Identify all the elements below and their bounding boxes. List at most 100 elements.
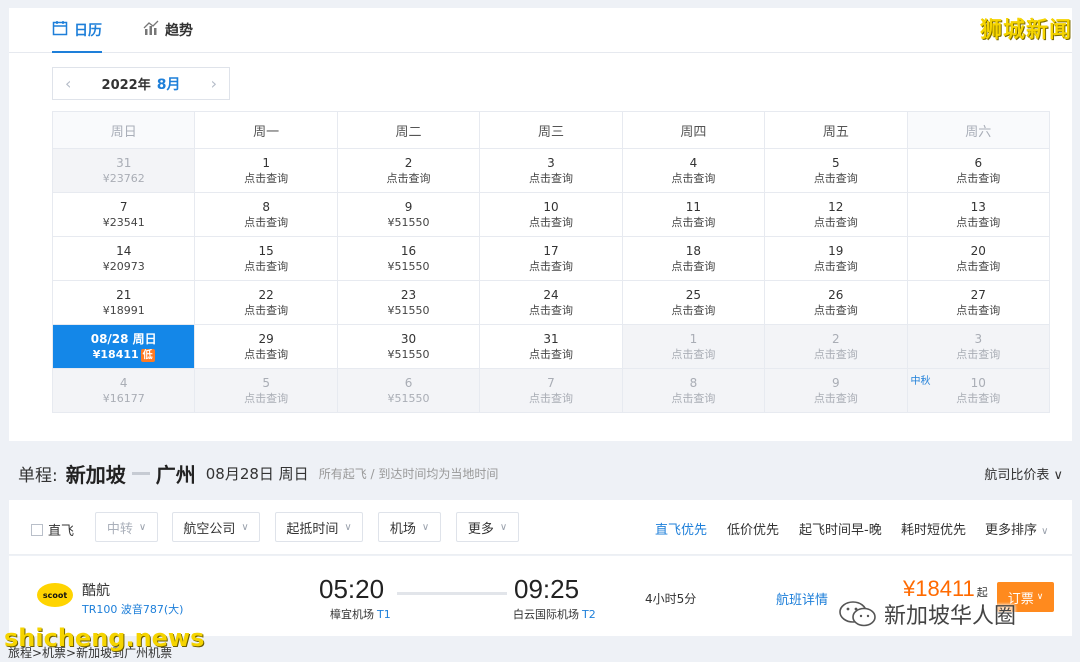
calendar-day[interactable]: 8 点击查询 bbox=[194, 192, 338, 237]
calendar-day[interactable]: 3 点击查询 bbox=[479, 148, 623, 193]
calendar-day[interactable]: 17 点击查询 bbox=[479, 236, 623, 281]
chevron-down-icon: ∨ bbox=[241, 521, 249, 533]
direct-checkbox[interactable]: 直飞 bbox=[31, 520, 74, 539]
time-dropdown[interactable]: 起抵时间 ∨ bbox=[275, 512, 363, 542]
calendar-day[interactable]: 27 点击查询 bbox=[906, 280, 1051, 325]
weekday-tue: 周二 bbox=[336, 111, 481, 149]
calendar-day-number: 11 bbox=[685, 199, 702, 214]
calendar-day-price-value: 点击查询 bbox=[813, 259, 858, 273]
calendar-day[interactable]: 30 ¥51550 bbox=[336, 324, 481, 369]
calendar-day[interactable]: 24 点击查询 bbox=[479, 280, 623, 325]
more-dropdown[interactable]: 更多 ∨ bbox=[456, 512, 519, 542]
calendar-day-number: 19 bbox=[828, 243, 844, 258]
calendar-day[interactable]: 29 点击查询 bbox=[194, 324, 338, 369]
airline-compare-link[interactable]: 航司比价表 ∨ bbox=[984, 464, 1063, 483]
calendar-day-price: 点击查询 bbox=[195, 171, 336, 186]
calendar-day[interactable]: 1 点击查询 bbox=[621, 324, 766, 369]
calendar-day-number: 1 bbox=[262, 155, 270, 170]
calendar-day-price: 点击查询 bbox=[480, 259, 621, 274]
calendar-day[interactable]: 26 点击查询 bbox=[764, 280, 908, 325]
calendar-day[interactable]: 21 ¥18991 bbox=[51, 280, 196, 325]
sort-more[interactable]: 更多排序 ∨ bbox=[985, 519, 1048, 538]
calendar-day[interactable]: 10 点击查询 bbox=[479, 192, 623, 237]
calendar-day[interactable]: 4 ¥16177 bbox=[51, 368, 196, 413]
flight-detail-link[interactable]: 航班详情 bbox=[776, 589, 828, 608]
calendar-day[interactable]: 25 点击查询 bbox=[621, 280, 766, 325]
calendar-day-number: 9 bbox=[404, 199, 413, 214]
calendar-day[interactable]: 22 点击查询 bbox=[194, 280, 338, 325]
calendar-day-price: 点击查询 bbox=[480, 391, 621, 406]
calendar-day[interactable]: 23 ¥51550 bbox=[336, 280, 481, 325]
calendar-day[interactable]: 16 ¥51550 bbox=[336, 236, 481, 281]
view-tabs: 日历 趋势 bbox=[9, 8, 1072, 53]
destination-city: 广州 bbox=[155, 462, 196, 487]
calendar-day[interactable]: 6 ¥51550 bbox=[336, 368, 481, 413]
calendar-day[interactable]: 31 点击查询 bbox=[479, 324, 623, 369]
airport-dropdown[interactable]: 机场 ∨ bbox=[378, 512, 441, 542]
chevron-down-icon: ∨ bbox=[1041, 526, 1049, 537]
sort-direct-first[interactable]: 直飞优先 bbox=[655, 519, 707, 538]
weekday-mon: 周一 bbox=[194, 111, 338, 149]
calendar-day-price-value: ¥51550 bbox=[387, 215, 430, 229]
calendar-day-price: ¥51550 bbox=[338, 347, 479, 362]
calendar-day-price-value: 点击查询 bbox=[671, 347, 716, 361]
calendar-day-price: ¥18991 bbox=[53, 303, 194, 318]
calendar-day[interactable]: 13 点击查询 bbox=[906, 192, 1051, 237]
calendar-day[interactable]: 11 点击查询 bbox=[621, 192, 766, 237]
calendar-day[interactable]: 3 点击查询 bbox=[906, 324, 1051, 369]
weekday-fri: 周五 bbox=[764, 111, 908, 149]
calendar-day[interactable]: 2 点击查询 bbox=[336, 148, 481, 193]
calendar-day-price-value: 点击查询 bbox=[671, 215, 716, 229]
calendar-day-price: 点击查询 bbox=[908, 259, 1049, 274]
checkbox-box[interactable] bbox=[31, 523, 43, 536]
tab-calendar[interactable]: 日历 bbox=[52, 20, 102, 53]
calendar-day[interactable]: 2 点击查询 bbox=[764, 324, 908, 369]
calendar-day-price: 点击查询 bbox=[195, 347, 336, 362]
calendar-day[interactable]: 20 点击查询 bbox=[906, 236, 1051, 281]
prev-month-icon[interactable]: ‹ bbox=[65, 74, 71, 93]
calendar-day-price: ¥23762 bbox=[53, 171, 194, 186]
transfer-dropdown[interactable]: 中转 ∨ bbox=[95, 512, 158, 542]
calendar-day[interactable]: 14 ¥20973 bbox=[51, 236, 196, 281]
sort-low-price[interactable]: 低价优先 bbox=[727, 519, 779, 538]
next-month-icon[interactable]: › bbox=[211, 74, 217, 93]
calendar-day[interactable]: 中秋 10 点击查询 bbox=[906, 368, 1051, 413]
calendar-day-price-value: 点击查询 bbox=[671, 259, 716, 273]
calendar-day[interactable]: 6 点击查询 bbox=[906, 148, 1051, 193]
calendar-day[interactable]: 7 ¥23541 bbox=[51, 192, 196, 237]
calendar-day[interactable]: 9 点击查询 bbox=[764, 368, 908, 413]
calendar-day[interactable]: 18 点击查询 bbox=[621, 236, 766, 281]
calendar-day[interactable]: 19 点击查询 bbox=[764, 236, 908, 281]
calendar-day[interactable]: 12 点击查询 bbox=[764, 192, 908, 237]
calendar-day-number: 26 bbox=[828, 287, 844, 302]
weekday-wed: 周三 bbox=[479, 111, 623, 149]
calendar-day[interactable]: 31 ¥23762 bbox=[51, 148, 196, 193]
calendar-day[interactable]: 7 点击查询 bbox=[479, 368, 623, 413]
flight-number[interactable]: TR100 波音787(大) bbox=[82, 601, 183, 617]
sort-shortest-duration[interactable]: 耗时短优先 bbox=[901, 519, 966, 538]
sort-departure-time[interactable]: 起飞时间早-晚 bbox=[799, 519, 882, 538]
calendar-day-selected[interactable]: 08/28 周日 ¥18411 低 bbox=[51, 324, 196, 369]
calendar-day-price: 点击查询 bbox=[480, 347, 621, 362]
calendar-day[interactable]: 15 点击查询 bbox=[194, 236, 338, 281]
calendar-day-price: 点击查询 bbox=[908, 171, 1049, 186]
calendar-day-price: ¥18411 低 bbox=[53, 347, 194, 362]
airline-dropdown[interactable]: 航空公司 ∨ bbox=[172, 512, 260, 542]
calendar-day-price-value: 点击查询 bbox=[528, 259, 573, 273]
calendar-day-price-value: 点击查询 bbox=[813, 171, 858, 185]
calendar-day-number: 4 bbox=[119, 375, 128, 390]
calendar-day[interactable]: 1 点击查询 bbox=[194, 148, 338, 193]
more-label: 更多 bbox=[467, 521, 494, 537]
calendar-day-price-value: ¥51550 bbox=[387, 259, 430, 273]
price-calendar: 周日 周一 周二 周三 周四 周五 周六 31 ¥23762 1 点击查询 2 点击查询 3… bbox=[51, 111, 1051, 413]
calendar-day[interactable]: 5 点击查询 bbox=[764, 148, 908, 193]
calendar-day[interactable]: 4 点击查询 bbox=[621, 148, 766, 193]
calendar-day[interactable]: 8 点击查询 bbox=[621, 368, 766, 413]
calendar-day[interactable]: 9 ¥51550 bbox=[336, 192, 481, 237]
calendar-day[interactable]: 5 点击查询 bbox=[194, 368, 338, 413]
month-navigator: ‹ 2022年 8月 › bbox=[52, 67, 230, 100]
calendar-day-number: 6 bbox=[404, 375, 413, 390]
tab-trend[interactable]: 趋势 bbox=[143, 20, 193, 53]
departure-airport-name: 樟宜机场 bbox=[330, 608, 374, 621]
calendar-day-price-value: 点击查询 bbox=[244, 171, 289, 185]
